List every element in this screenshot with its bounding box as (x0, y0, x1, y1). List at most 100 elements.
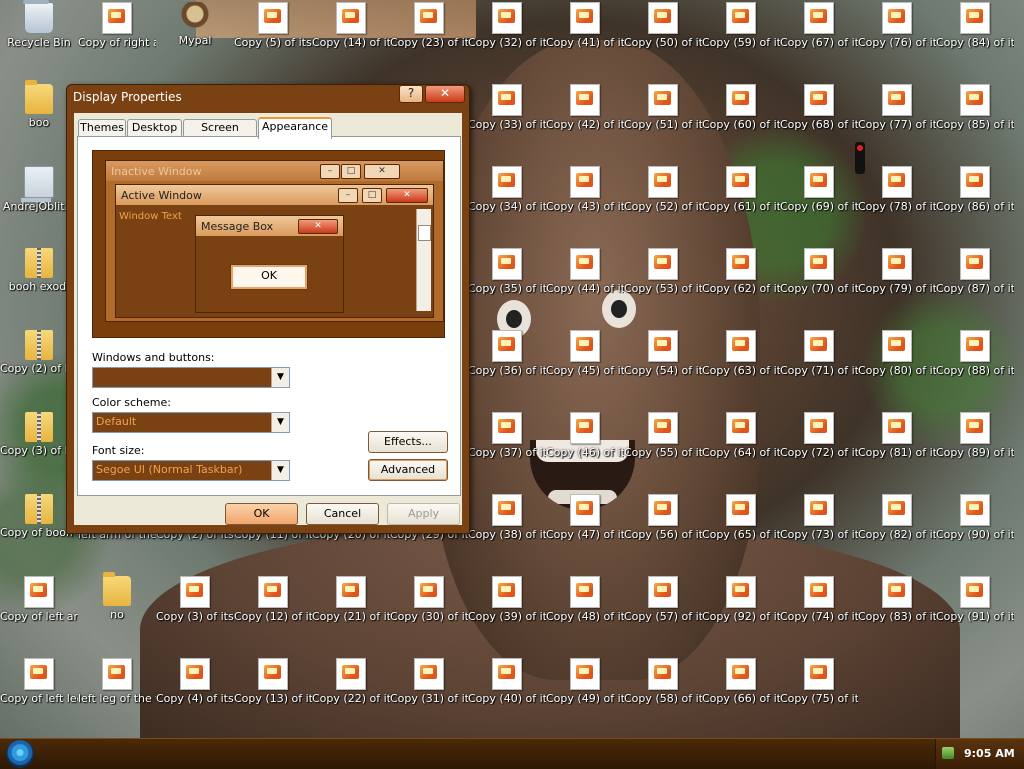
desktop-icon[interactable]: Copy (64) of its over (702, 412, 780, 459)
desktop-icon[interactable]: Copy (87) of its over (936, 248, 1014, 295)
desktop-icon[interactable]: Copy (80) of its over (858, 330, 936, 377)
desktop-icon[interactable]: Copy (58) of its over (624, 658, 702, 705)
desktop-icon[interactable]: Copy (48) of its over (546, 576, 624, 623)
desktop-icon[interactable]: Copy of left arm of th... (0, 576, 78, 623)
desktop-icon[interactable]: Copy (49) of its over (546, 658, 624, 705)
desktop-icon[interactable]: Copy (36) of its over (468, 330, 546, 377)
desktop-icon[interactable]: Copy (13) of its over (234, 658, 312, 705)
desktop-icon[interactable]: Copy (73) of its over (780, 494, 858, 541)
desktop-icon[interactable]: Copy (62) of its over (702, 248, 780, 295)
desktop-icon[interactable]: Copy (61) of its over (702, 166, 780, 213)
effects-button[interactable]: Effects... (368, 431, 448, 453)
desktop-icon[interactable]: Copy (74) of its over (780, 576, 858, 623)
desktop-icon[interactable]: Copy (23) of its over (390, 2, 468, 49)
network-icon[interactable] (942, 747, 954, 759)
start-button[interactable] (6, 740, 34, 768)
desktop-icon[interactable]: Copy (30) of its over (390, 576, 468, 623)
desktop-icon[interactable]: Copy (21) of its over (312, 576, 390, 623)
desktop-icon[interactable]: Copy (77) of its over (858, 84, 936, 131)
desktop-icon[interactable]: Copy of right arm of the ... (78, 2, 156, 49)
desktop-icon[interactable]: Copy (70) of its over (780, 248, 858, 295)
desktop-icon[interactable]: Copy (5) of its over (234, 2, 312, 49)
doc-icon (804, 248, 834, 280)
desktop-icon[interactable]: Copy (33) of its over (468, 84, 546, 131)
desktop-icon[interactable]: Copy (14) of its over (312, 2, 390, 49)
desktop-icon[interactable]: Copy (3) of its over (156, 576, 234, 623)
desktop-icon[interactable]: Copy (91) of its over (936, 576, 1014, 623)
desktop-icon[interactable]: Copy (52) of its over (624, 166, 702, 213)
windows-buttons-dropdown[interactable]: ▼ (92, 367, 290, 388)
desktop-icon[interactable]: Copy (56) of its over (624, 494, 702, 541)
desktop-icon[interactable]: left leg of the forbidden ... (78, 658, 156, 705)
desktop-icon[interactable]: Copy (60) of its over (702, 84, 780, 131)
desktop-icon[interactable]: Copy (92) of its over (702, 576, 780, 623)
tab-appearance[interactable]: Appearance (258, 117, 332, 139)
desktop-icon[interactable]: Recycle Bin (0, 0, 78, 49)
desktop-icon[interactable]: Copy (68) of its over (780, 84, 858, 131)
desktop-icon[interactable]: Copy (47) of its over (546, 494, 624, 541)
desktop-icon[interactable]: Copy (78) of its over (858, 166, 936, 213)
desktop-icon[interactable]: Copy (76) of its over (858, 2, 936, 49)
desktop-icon[interactable]: Copy (59) of its over (702, 2, 780, 49)
desktop-icon[interactable]: Copy (40) of its over (468, 658, 546, 705)
tab-desktop[interactable]: Desktop (127, 119, 182, 137)
desktop-icon-label: Copy (51) of its over (624, 118, 702, 131)
desktop-icon[interactable]: Copy (82) of its over (858, 494, 936, 541)
desktop-icon[interactable]: Copy (84) of its over (936, 2, 1014, 49)
desktop-icon[interactable]: Copy (83) of its over (858, 576, 936, 623)
desktop-icon[interactable]: Copy (86) of its over (936, 166, 1014, 213)
desktop-icon[interactable]: Copy (89) of its over (936, 412, 1014, 459)
desktop-icon[interactable]: Copy (12) of its over (234, 576, 312, 623)
doc-icon (570, 84, 600, 116)
desktop-icon[interactable]: Copy (4) of its over (156, 658, 234, 705)
advanced-button[interactable]: Advanced (368, 459, 448, 481)
desktop-icon[interactable]: Copy (72) of its over (780, 412, 858, 459)
desktop-icon[interactable]: Copy (90) of its over (936, 494, 1014, 541)
desktop-icon[interactable]: Copy (55) of its over (624, 412, 702, 459)
desktop-icon[interactable]: Copy (63) of its over (702, 330, 780, 377)
desktop-icon[interactable]: Copy (57) of its over (624, 576, 702, 623)
desktop-icon[interactable]: Copy (66) of its over (702, 658, 780, 705)
desktop-icon[interactable]: Copy (88) of its over (936, 330, 1014, 377)
desktop-icon[interactable]: Copy (32) of its over (468, 2, 546, 49)
desktop-icon[interactable]: Copy (38) of its over (468, 494, 546, 541)
cancel-button[interactable]: Cancel (306, 503, 379, 525)
desktop-icon[interactable]: Copy (44) of its over (546, 248, 624, 295)
desktop-icon[interactable]: Copy (65) of its over (702, 494, 780, 541)
taskbar-clock[interactable]: 9:05 AM (964, 747, 1015, 760)
desktop-icon[interactable]: Copy (81) of its over (858, 412, 936, 459)
desktop-icon[interactable]: Copy (54) of its over (624, 330, 702, 377)
desktop-icon[interactable]: Copy (69) of its over (780, 166, 858, 213)
desktop-icon[interactable]: Copy (22) of its over (312, 658, 390, 705)
desktop-icon[interactable]: Copy (42) of its over (546, 84, 624, 131)
desktop-icon[interactable]: Copy (31) of its over (390, 658, 468, 705)
desktop-icon[interactable]: Copy (45) of its over (546, 330, 624, 377)
dialog-titlebar[interactable]: Display Properties ? ✕ (67, 85, 469, 107)
desktop-icon[interactable]: Copy (67) of its over (780, 2, 858, 49)
tab-screen-saver[interactable]: Screen Saver (183, 119, 257, 150)
desktop-icon[interactable]: Copy (75) of its over (780, 658, 858, 705)
desktop-icon[interactable]: Copy (43) of its over (546, 166, 624, 213)
desktop-icon[interactable]: Mypal (156, 2, 234, 47)
desktop-icon[interactable]: Copy (50) of its over (624, 2, 702, 49)
tab-themes[interactable]: Themes (78, 119, 126, 137)
help-button[interactable]: ? (399, 85, 423, 103)
close-button[interactable]: ✕ (425, 85, 465, 103)
desktop-icon[interactable]: no (78, 572, 156, 621)
desktop-icon[interactable]: Copy (71) of its over (780, 330, 858, 377)
font-size-dropdown[interactable]: Segoe UI (Normal Taskbar) ▼ (92, 460, 290, 481)
desktop-icon[interactable]: Copy (37) of its over (468, 412, 546, 459)
desktop-icon[interactable]: Copy (46) of its over (546, 412, 624, 459)
desktop-icon[interactable]: Copy (35) of its over (468, 248, 546, 295)
apply-button[interactable]: Apply (387, 503, 460, 525)
ok-button[interactable]: OK (225, 503, 298, 525)
desktop-icon[interactable]: Copy of left leg of the... (0, 658, 78, 705)
desktop-icon[interactable]: Copy (53) of its over (624, 248, 702, 295)
desktop-icon[interactable]: Copy (34) of its over (468, 166, 546, 213)
color-scheme-dropdown[interactable]: Default ▼ (92, 412, 290, 433)
desktop-icon[interactable]: Copy (51) of its over (624, 84, 702, 131)
desktop-icon[interactable]: Copy (85) of its over (936, 84, 1014, 131)
desktop-icon[interactable]: Copy (41) of its over (546, 2, 624, 49)
desktop-icon[interactable]: Copy (39) of its over (468, 576, 546, 623)
desktop-icon[interactable]: Copy (79) of its over (858, 248, 936, 295)
